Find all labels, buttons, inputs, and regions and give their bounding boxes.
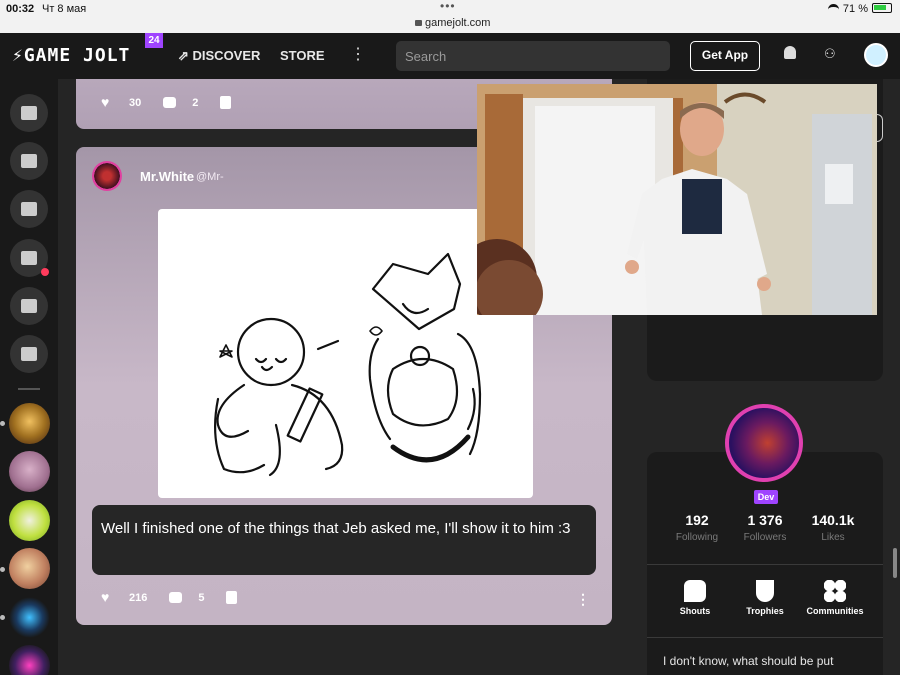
community-avatar[interactable] [9, 451, 50, 492]
more-menu-icon[interactable]: ⋮ [350, 44, 366, 64]
activity-icon [21, 106, 37, 120]
communities-icon [824, 580, 846, 602]
search-box[interactable] [396, 41, 670, 71]
shouts-icon [684, 580, 706, 602]
profile-bio: I don't know, what should be put [663, 654, 834, 668]
post-options-icon[interactable]: ⋮ [576, 591, 590, 608]
shouts-label: Shouts [679, 606, 711, 616]
community-unread-dot [0, 567, 5, 572]
backpack-icon [21, 202, 37, 216]
sidebar-store-button[interactable] [10, 142, 48, 180]
communities-label: Communities [806, 606, 864, 616]
community-avatar[interactable] [9, 500, 50, 541]
sidebar-activity-button[interactable] [10, 94, 48, 132]
comment-count: 5 [198, 591, 205, 604]
post-stats: 216 5 [101, 589, 238, 605]
sidebar-library-button[interactable] [10, 335, 48, 373]
gamejolt-logo[interactable]: ⚡GAME JOLT [12, 45, 130, 66]
comment-count: 2 [192, 96, 199, 109]
like-icon[interactable] [101, 589, 113, 605]
like-count: 30 [129, 96, 142, 109]
author-avatar[interactable] [92, 161, 122, 191]
nav-store[interactable]: STORE [280, 48, 325, 63]
status-right: 71 % [827, 3, 892, 15]
dislike-icon[interactable] [220, 96, 232, 109]
divider [647, 637, 883, 638]
get-app-button[interactable]: Get App [690, 41, 760, 71]
sidebar-backpack-button[interactable] [10, 190, 48, 228]
url-text: gamejolt.com [425, 17, 491, 29]
dev-badge: Dev [754, 490, 778, 504]
community-unread-dot [0, 615, 5, 620]
previous-post-stats: 30 2 [101, 94, 232, 110]
friends-icon[interactable]: ⚇ [824, 46, 836, 62]
store-icon [21, 154, 37, 168]
like-icon[interactable] [101, 94, 113, 110]
trophy-icon [756, 580, 774, 602]
trophies-label: Trophies [746, 606, 784, 616]
search-input[interactable] [396, 41, 670, 71]
top-nav: ⚡GAME JOLT 24 ⇗ DISCOVER STORE ⋮ Get App… [0, 33, 900, 79]
post-text: Well I finished one of the things that J… [92, 505, 596, 575]
communities-button[interactable]: Communities [795, 580, 875, 616]
comment-icon[interactable] [169, 592, 183, 603]
stat-likes[interactable]: 140.1k Likes [793, 512, 873, 543]
nav-discover-label: DISCOVER [192, 48, 261, 63]
community-avatar[interactable] [9, 548, 50, 589]
scrollbar[interactable] [893, 548, 897, 578]
community-unread-dot [0, 421, 5, 426]
shouts-button[interactable]: Shouts [655, 580, 735, 616]
status-bar: 00:32 Чт 8 мая ••• gamejolt.com 71 % [0, 0, 900, 33]
chat-icon [21, 299, 37, 313]
author-name[interactable]: Mr.White [140, 169, 194, 184]
logo-badge: 24 [145, 33, 163, 48]
status-time: 00:32 [6, 3, 35, 15]
logo-text: GAME JOLT [23, 45, 131, 66]
multitask-dots-icon[interactable]: ••• [440, 0, 456, 13]
battery-icon [872, 3, 892, 13]
video-frame [477, 84, 877, 315]
library-icon [21, 347, 37, 361]
quests-icon [21, 251, 37, 265]
battery-percent: 71 % [842, 3, 868, 15]
notification-dot [41, 268, 49, 276]
dislike-icon[interactable] [226, 591, 238, 604]
community-avatar[interactable] [9, 597, 50, 638]
nav-discover[interactable]: ⇗ DISCOVER [178, 48, 260, 64]
wifi-icon [827, 4, 839, 12]
sidebar-divider [18, 388, 40, 390]
bell-icon[interactable] [784, 46, 796, 59]
left-sidebar [0, 79, 58, 675]
community-avatar[interactable] [9, 645, 50, 675]
address-bar[interactable]: gamejolt.com [415, 17, 490, 29]
profile-avatar[interactable] [725, 404, 803, 482]
divider [647, 564, 883, 565]
status-date: Чт 8 мая [42, 3, 87, 15]
author-handle[interactable]: @Mr- [196, 171, 224, 183]
pip-video-overlay[interactable] [477, 84, 877, 315]
user-avatar[interactable] [864, 43, 888, 67]
likes-count: 140.1k [811, 512, 855, 528]
community-avatar[interactable] [9, 403, 50, 444]
comment-icon[interactable] [163, 97, 177, 108]
sidebar-chat-button[interactable] [10, 287, 48, 325]
likes-label: Likes [821, 532, 845, 543]
trophies-button[interactable]: Trophies [725, 580, 805, 616]
like-count: 216 [129, 591, 148, 604]
lock-icon [415, 20, 422, 26]
profile-card: Dev 192 Following 1 376 Followers 140.1k… [647, 404, 883, 675]
